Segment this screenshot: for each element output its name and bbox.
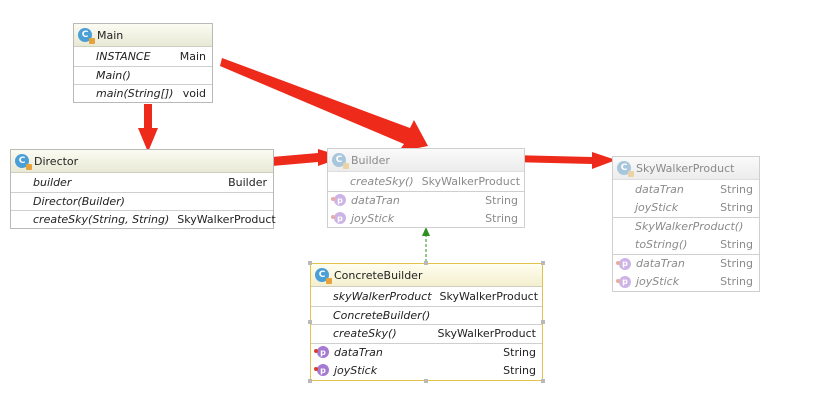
class-director-header[interactable]: C Director	[11, 150, 273, 173]
field-type: SkyWalkerProduct	[439, 289, 539, 303]
field-row[interactable]: skyWalkerProduct SkyWalkerProduct	[311, 287, 542, 306]
class-sky-walker-product[interactable]: C SkyWalkerProduct dataTran String joySt…	[612, 156, 760, 292]
method-row[interactable]: ConcreteBuilder()	[311, 305, 542, 325]
method-row[interactable]: createSky(String, String) SkyWalkerProdu…	[11, 210, 276, 229]
field-icon: p	[616, 257, 631, 270]
field-type: String	[720, 182, 753, 196]
inherited-field-row[interactable]: p dataTran String	[311, 342, 542, 362]
generalization-arrowhead	[422, 227, 430, 236]
inherited-field-row[interactable]: p joyStick String	[311, 361, 542, 380]
method-name: SkyWalkerProduct()	[635, 220, 744, 234]
field-icon: p	[331, 194, 346, 207]
method-type: SkyWalkerProduct	[421, 174, 521, 188]
method-type: void	[182, 87, 206, 101]
method-name: Director(Builder)	[33, 194, 125, 208]
method-row[interactable]: createSky() SkyWalkerProduct	[311, 324, 542, 343]
field-name: dataTran	[351, 193, 400, 207]
method-row[interactable]: SkyWalkerProduct()	[613, 217, 759, 236]
class-icon: C	[617, 161, 634, 177]
field-type: Main	[179, 49, 206, 63]
field-type: String	[503, 363, 536, 377]
field-row[interactable]: p joyStick String	[328, 209, 524, 228]
class-main[interactable]: C Main INSTANCE Main Main() main(String[…	[73, 23, 213, 103]
class-main-header[interactable]: C Main	[74, 24, 212, 47]
field-name: INSTANCE	[96, 49, 151, 63]
field-type: String	[503, 345, 536, 359]
resize-handle[interactable]	[424, 379, 428, 383]
field-icon: p	[331, 212, 346, 225]
inherited-field-row[interactable]: p joyStick String	[613, 273, 759, 292]
method-row[interactable]: Director(Builder)	[11, 191, 273, 211]
class-name: Director	[34, 154, 79, 168]
class-name: ConcreteBuilder	[334, 268, 423, 282]
field-type: String	[720, 257, 753, 271]
field-name: skyWalkerProduct	[333, 289, 432, 303]
field-name: dataTran	[334, 345, 383, 359]
field-type: Builder	[228, 175, 267, 189]
class-sky-walker-product-header[interactable]: C SkyWalkerProduct	[613, 157, 759, 180]
inherited-field-row[interactable]: p dataTran String	[613, 254, 759, 273]
resize-handle[interactable]	[541, 379, 545, 383]
arrow-main-to-builder	[220, 58, 428, 152]
method-name: main(String[])	[96, 87, 174, 101]
method-name: createSky()	[333, 327, 397, 341]
resize-handle[interactable]	[424, 261, 428, 265]
class-icon: C	[15, 154, 32, 170]
field-row[interactable]: p dataTran String	[328, 190, 524, 210]
class-icon: C	[78, 28, 95, 44]
arrow-main-to-director	[138, 104, 158, 152]
method-name: createSky(String, String)	[33, 213, 170, 227]
field-row[interactable]: joyStick String	[613, 199, 759, 218]
method-name: createSky()	[350, 174, 414, 188]
method-type: String	[720, 238, 753, 252]
class-builder-header[interactable]: C Builder	[328, 149, 524, 172]
field-name: dataTran	[636, 257, 685, 271]
class-name: SkyWalkerProduct	[636, 161, 735, 175]
class-concrete-builder-header[interactable]: C ConcreteBuilder	[311, 264, 542, 287]
field-row[interactable]: builder Builder	[11, 173, 273, 192]
method-name: ConcreteBuilder()	[333, 308, 431, 322]
field-name: joyStick	[636, 275, 680, 289]
method-type: SkyWalkerProduct	[437, 327, 536, 341]
class-icon: C	[332, 153, 349, 169]
field-icon: p	[314, 364, 329, 377]
method-row[interactable]: createSky() SkyWalkerProduct	[328, 172, 524, 191]
field-type: String	[720, 275, 753, 289]
field-type: String	[485, 211, 518, 225]
field-name: joyStick	[334, 363, 378, 377]
class-concrete-builder[interactable]: C ConcreteBuilder skyWalkerProduct SkyWa…	[310, 263, 543, 381]
field-name: joyStick	[635, 201, 679, 215]
method-row[interactable]: toString() String	[613, 236, 759, 255]
field-name: dataTran	[635, 182, 684, 196]
field-row[interactable]: dataTran String	[613, 180, 759, 199]
method-type: SkyWalkerProduct	[177, 213, 276, 227]
class-icon: C	[315, 268, 332, 284]
method-name: toString()	[635, 238, 688, 252]
field-row[interactable]: INSTANCE Main	[74, 47, 212, 66]
resize-handle[interactable]	[541, 261, 545, 265]
class-name: Main	[97, 28, 124, 42]
field-icon: p	[314, 346, 329, 359]
class-name: Builder	[351, 153, 390, 167]
class-builder[interactable]: C Builder createSky() SkyWalkerProduct p…	[327, 148, 525, 228]
arrow-builder-to-product	[510, 152, 616, 169]
field-type: String	[720, 201, 753, 215]
class-director[interactable]: C Director builder Builder Director(Buil…	[10, 149, 276, 229]
resize-handle[interactable]	[308, 261, 312, 265]
field-icon: p	[616, 275, 631, 288]
field-name: builder	[33, 175, 72, 189]
method-name: Main()	[96, 68, 131, 82]
resize-handle[interactable]	[308, 320, 312, 324]
method-row[interactable]: main(String[]) void	[74, 84, 212, 103]
resize-handle[interactable]	[541, 320, 545, 324]
method-row[interactable]: Main()	[74, 65, 212, 85]
resize-handle[interactable]	[308, 379, 312, 383]
field-name: joyStick	[351, 211, 395, 225]
field-type: String	[485, 193, 518, 207]
